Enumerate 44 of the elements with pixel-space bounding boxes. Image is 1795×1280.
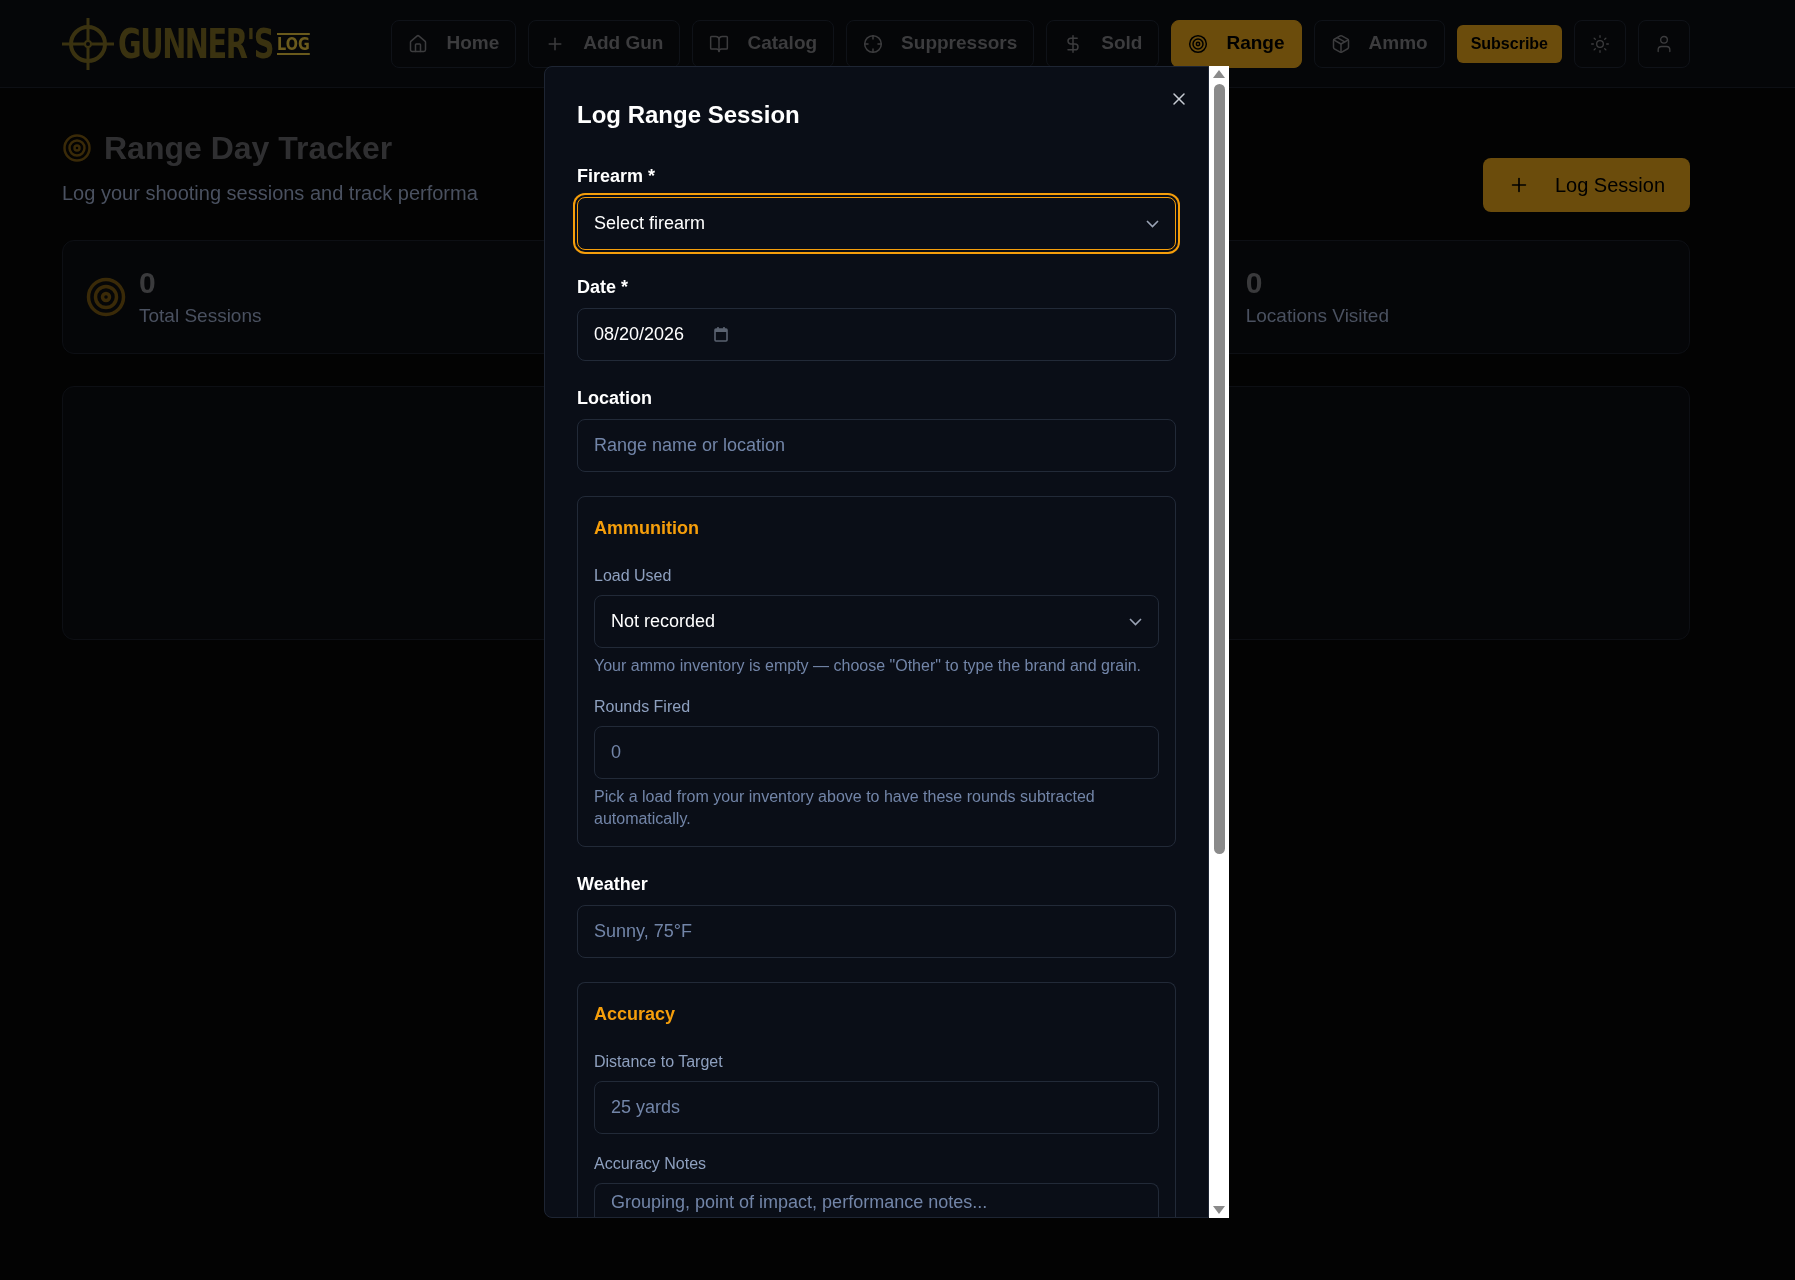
field-label: Accuracy Notes [594,1154,708,1174]
section-title: Accuracy [594,1003,677,1026]
help-text: Your ammo inventory is empty — choose "Other" to type the brand and grain. [594,656,1143,676]
crosshair-icon [863,33,884,54]
field-label: Firearm * [577,165,657,188]
scroll-up-icon [1213,70,1225,78]
field-label: Load Used [594,566,673,586]
field-label: Date * [577,276,630,299]
scroll-down-icon [1213,1206,1225,1214]
section-title: Ammunition [594,517,700,540]
scrollbar-thumb[interactable] [1213,84,1225,854]
calendar-icon [714,327,729,342]
field-label: Distance to Target [594,1052,724,1072]
page-subtitle: Log your shooting sessions and track performa [62,181,478,206]
log-session-button[interactable]: Log Session [1482,158,1690,212]
input-field[interactable]: 25 yards [594,1081,1159,1134]
scrollbar[interactable] [1209,66,1229,1218]
input-field[interactable]: Sunny, 75°F [577,905,1176,958]
box-icon [1330,33,1351,54]
logo-subtext: LOG [277,32,311,55]
stat-label: Locations Visited [1245,303,1389,328]
crosshair-logo-icon [62,15,114,72]
input-field[interactable]: 0 [594,726,1159,779]
stat-label: Total Sessions [139,303,262,328]
chevron-icon [1129,617,1142,626]
theme-toggle-button[interactable] [1574,19,1626,68]
target-icon [62,133,92,163]
house-icon [408,33,429,54]
book-icon [709,33,730,54]
nav-tab[interactable]: Range [1171,19,1302,68]
select-field[interactable]: Not recorded [594,595,1159,648]
chevron-icon [1146,219,1159,228]
field-label: Location [577,387,653,410]
target-icon [1188,33,1209,54]
input-field[interactable]: Range name or location [577,419,1176,472]
textarea-field[interactable]: Grouping, point of impact, performance notes... [594,1183,1159,1217]
field-label: Weather [577,873,649,896]
help-text: Pick a load from your inventory above to have these rounds subtracted automatically. [594,787,1096,829]
sun-icon [1590,33,1610,54]
field-label: Rounds Fired [594,697,692,717]
subscribe-button[interactable]: Subscribe [1456,24,1562,63]
dialog-title: Log Range Session [577,100,801,130]
date-field[interactable]: 08/20/2026 [577,308,1176,361]
target-icon [85,276,127,318]
